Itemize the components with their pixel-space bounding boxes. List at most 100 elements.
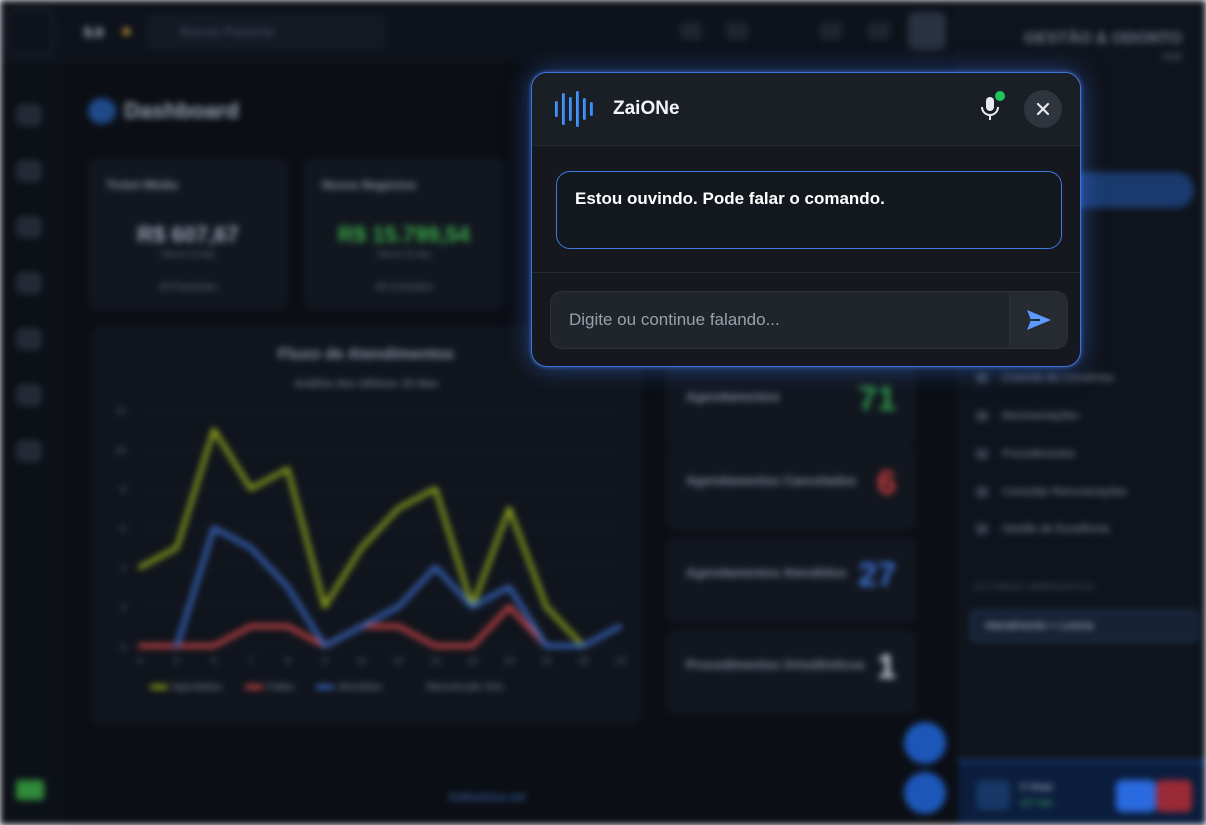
stat-atendidos: Agendamentos Atendidos 27: [666, 538, 916, 622]
legend-swatch: [315, 685, 334, 690]
stat-label: Agendamentos Atendidos: [686, 565, 847, 580]
assistant-fab-button[interactable]: [904, 722, 946, 764]
legend-item[interactable]: Faltas: [244, 682, 294, 693]
avatar[interactable]: [908, 12, 946, 50]
kpi-card-negocios: Novos Negócios R$ 15.799,54 Últimos 30 d…: [304, 158, 504, 310]
dashboard-icon: [88, 98, 116, 124]
modal-body: Estou ouvindo. Pode falar o comando.: [532, 146, 1080, 273]
bottom-sub: 227 000: [1020, 798, 1053, 808]
megaphone-button[interactable]: [1156, 780, 1192, 812]
listening-status-dot: [995, 91, 1005, 101]
x-tick-label: 5: [174, 656, 180, 667]
messages-icon[interactable]: [820, 22, 842, 40]
menu-icon: [976, 373, 988, 384]
recent-section-title: ÚLTIMOS AMBIENTES: [974, 582, 1095, 593]
kpi-footer: 26 Contratos: [375, 282, 433, 293]
stat-value: 6: [877, 464, 896, 502]
stat-label: Agendamentos: [686, 389, 780, 404]
rail-user-icon[interactable]: [16, 384, 42, 406]
series-line-faltas: [138, 604, 549, 648]
stat-value: 27: [858, 556, 896, 594]
x-tick-label: 18: [578, 656, 590, 667]
page-title: Dashboard: [124, 98, 239, 123]
menu-icon: [976, 411, 988, 422]
modal-title: ZaiONe: [613, 98, 680, 119]
app-logo-icon: [6, 8, 54, 56]
stat-procedimentos: Procedimentos Ortodônticos 1: [666, 630, 916, 714]
rail-home-icon[interactable]: [16, 440, 42, 462]
assistant-message-bubble: Estou ouvindo. Pode falar o comando.: [556, 171, 1062, 249]
x-tick-label: 6: [211, 656, 217, 667]
assistant-message: Estou ouvindo. Pode falar o comando.: [575, 189, 885, 208]
y-tick-label: 8: [120, 485, 126, 496]
kpi-card-ticket: Ticket Médio R$ 607,67 Últimos 30 dias 2…: [88, 158, 288, 310]
y-tick-label: 10: [115, 445, 127, 456]
right-menu-item[interactable]: Movimentações: [976, 410, 1079, 422]
x-tick-label: 14: [467, 656, 479, 667]
stat-label: Procedimentos Ortodônticos: [686, 657, 866, 672]
x-tick-label: 11: [356, 656, 367, 667]
stat-cancelados: Agendamentos Cancelados 6: [666, 446, 916, 530]
chat-icon[interactable]: [726, 22, 748, 40]
x-tick-label: 13: [430, 656, 442, 667]
status-dot-icon: [123, 28, 130, 35]
rail-chat-icon[interactable]: [16, 272, 42, 294]
x-tick-label: 16: [541, 656, 553, 667]
voice-assistant-modal: ZaiONe Estou ouvindo. Pode falar o coman…: [531, 72, 1081, 367]
x-tick-label: 8: [285, 656, 291, 667]
version-label: 5.0: [84, 24, 104, 40]
brand-logo: GESTÃO & ODONTO CRM: [1024, 30, 1182, 66]
bell-icon[interactable]: [868, 22, 890, 40]
tooth-icon[interactable]: [976, 780, 1010, 810]
right-menu-item[interactable]: Procedimentos: [976, 448, 1075, 460]
rail-tooth-icon[interactable]: [16, 328, 42, 350]
brand-name: GESTÃO & ODONTO: [1024, 30, 1182, 47]
menu-icon: [976, 449, 988, 460]
kpi-value: R$ 607,67: [137, 222, 239, 247]
left-rail: [0, 62, 62, 825]
kpi-title: Ticket Médio: [106, 178, 179, 192]
audio-wave-icon: [555, 91, 593, 127]
send-icon: [1027, 310, 1051, 330]
legend-swatch: [244, 685, 263, 690]
right-bottom-bar: 0 Visao 227 000: [958, 760, 1206, 825]
right-menu-item[interactable]: Controle de Convênios: [976, 372, 1114, 384]
x-tick-label: 9: [322, 656, 328, 667]
right-menu-item[interactable]: Consultar Remunerações: [976, 486, 1127, 498]
x-tick-label: 12: [393, 656, 405, 667]
legend-swatch: [404, 685, 422, 689]
rail-dashboard-icon[interactable]: [16, 104, 42, 126]
footer-brand: Softvetrina.net: [448, 790, 526, 804]
y-tick-label: 12: [115, 406, 127, 417]
stat-label: Agendamentos Cancelados: [686, 473, 857, 488]
y-tick-label: 0: [120, 642, 126, 653]
announce-fab-button[interactable]: [904, 772, 946, 814]
rail-chart-icon[interactable]: [16, 160, 42, 182]
send-button[interactable]: [1009, 292, 1067, 348]
close-icon: [1036, 102, 1050, 116]
kpi-footer: 23 Pacientes: [159, 282, 217, 293]
command-input[interactable]: [551, 292, 1011, 348]
modal-header: ZaiONe: [532, 73, 1080, 146]
monitor-button[interactable]: [1116, 780, 1156, 812]
recent-env-chip[interactable]: Atendimento » Lorena: [970, 610, 1198, 642]
stat-agendamentos: Agendamentos 71: [666, 362, 916, 446]
y-tick-label: 2: [120, 603, 126, 614]
menu-icon: [976, 524, 988, 535]
y-tick-label: 6: [120, 524, 126, 535]
legend-swatch: [150, 685, 168, 690]
right-menu-item[interactable]: Gestão de Excelência: [976, 523, 1109, 535]
search-input[interactable]: Buscar Paciente: [146, 14, 386, 50]
megaphone-icon[interactable]: [680, 22, 702, 40]
kpi-sub: Últimos 30 dias: [160, 250, 216, 259]
y-tick-label: 4: [120, 563, 126, 574]
rail-calendar-icon[interactable]: [16, 216, 42, 238]
chart-legend: Agendados Faltas Atendidos Manutenção Orto: [150, 682, 526, 693]
brazil-flag-icon[interactable]: [16, 780, 44, 800]
legend-item[interactable]: Atendidos: [315, 682, 382, 693]
close-button[interactable]: [1024, 90, 1062, 128]
legend-item[interactable]: Agendados: [150, 682, 223, 693]
kpi-sub: Últimos 30 dias: [376, 250, 432, 259]
command-input-row: [550, 291, 1068, 349]
legend-item[interactable]: Manutenção Orto: [404, 682, 503, 693]
